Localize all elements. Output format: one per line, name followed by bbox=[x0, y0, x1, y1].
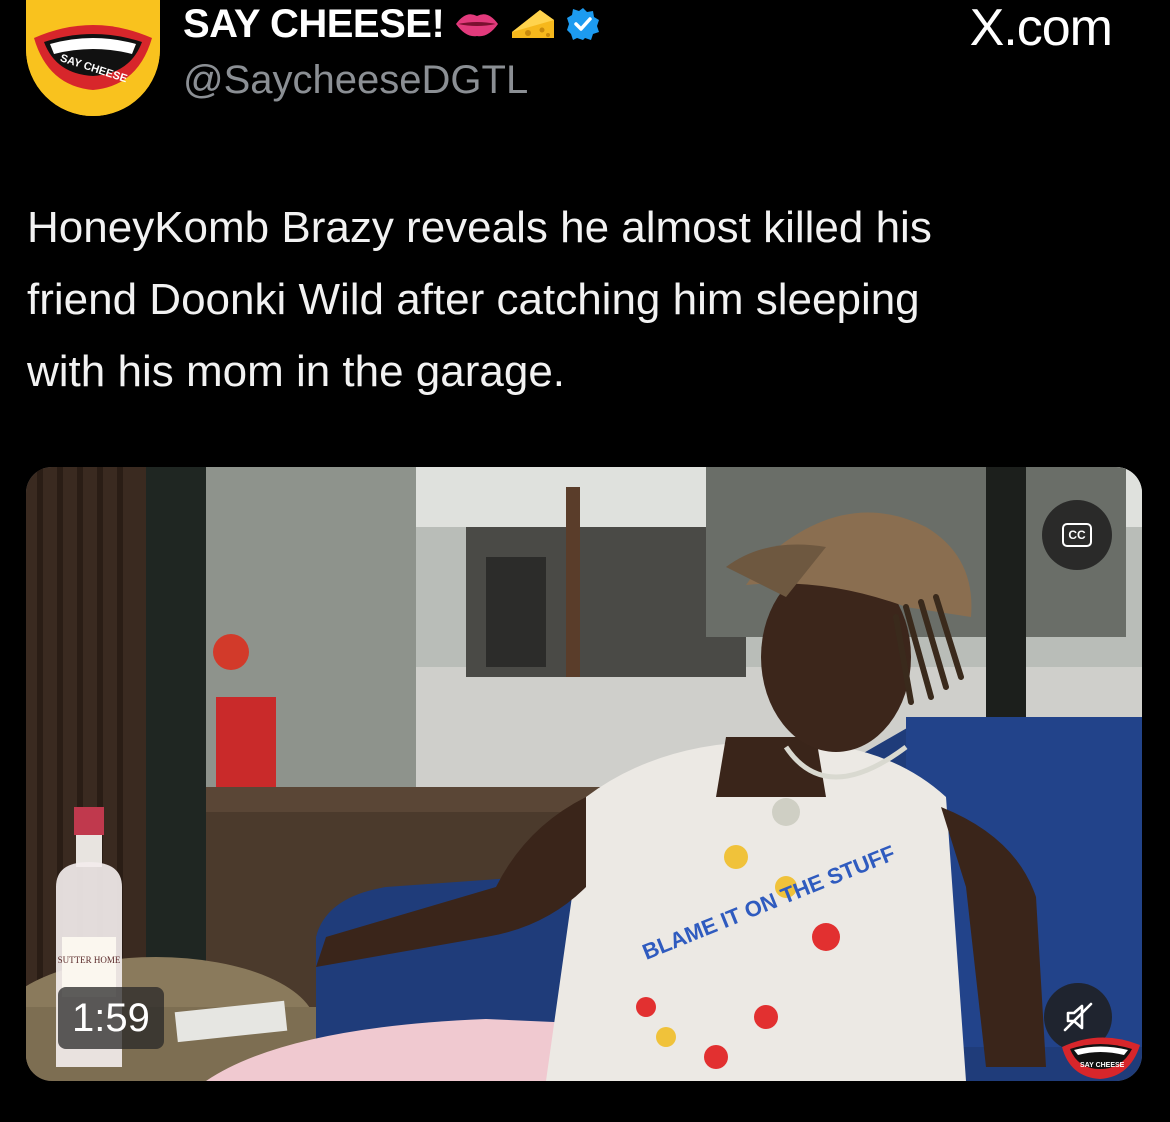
cheese-emoji-icon bbox=[512, 10, 555, 38]
captions-button[interactable]: CC bbox=[1042, 500, 1112, 570]
watermark-text: SAY CHEESE bbox=[1080, 1062, 1125, 1069]
bottle-label-text: SUTTER HOME bbox=[58, 955, 121, 965]
site-wordmark: X.com bbox=[969, 0, 1113, 57]
say-cheese-watermark: SAY CHEESE bbox=[1062, 1037, 1140, 1079]
avatar[interactable]: SAY CHEESE bbox=[26, 0, 160, 116]
lips-emoji-icon bbox=[456, 14, 499, 37]
author-handle[interactable]: @SaycheeseDGTL bbox=[183, 58, 528, 102]
say-cheese-logo: SAY CHEESE bbox=[26, 0, 160, 116]
video-player[interactable]: SUTTER HOME BLAME IT ON THE STUFF CC 1:5… bbox=[26, 467, 1142, 1081]
author-display-name[interactable]: SAY CHEESE! bbox=[183, 2, 445, 46]
tweet-text: HoneyKomb Brazy reveals he almost killed… bbox=[27, 203, 932, 396]
verified-badge-icon bbox=[567, 8, 600, 40]
video-duration-badge: 1:59 bbox=[58, 987, 164, 1049]
video-frame: SUTTER HOME BLAME IT ON THE STUFF bbox=[26, 467, 1142, 1081]
captions-icon: CC bbox=[1062, 523, 1092, 547]
author-name-row: SAY CHEESE! bbox=[183, 2, 600, 46]
